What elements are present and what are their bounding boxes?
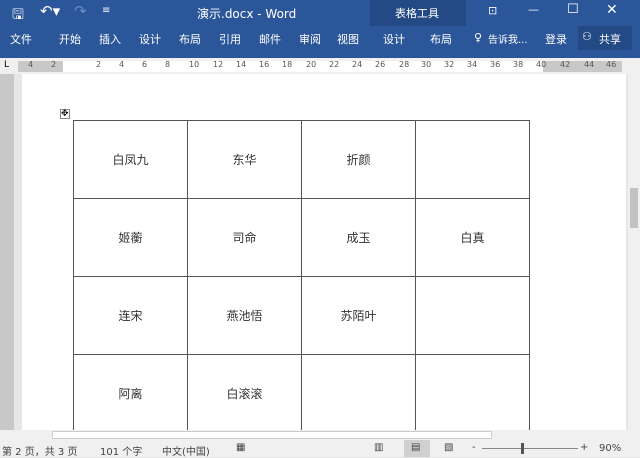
title-bar: 🖫 ↶▾ ↷ ≡ 演示.docx - Word 表格工具 ⊡ — ☐ ✕ <box>0 0 640 26</box>
zoom-out-button[interactable]: - <box>472 442 476 453</box>
minimize-icon[interactable]: — <box>528 3 539 16</box>
ruler-number: 6 <box>142 60 148 69</box>
tab-review[interactable]: 审阅 <box>299 31 321 47</box>
tab-table-layout[interactable]: 布局 <box>430 31 452 47</box>
table-cell[interactable]: 司命 <box>187 198 302 277</box>
tab-selector[interactable]: L <box>4 60 9 70</box>
close-icon[interactable]: ✕ <box>606 2 618 18</box>
ruler-number: 40 <box>536 60 547 69</box>
status-bar: 第 2 页，共 3 页 101 个字 中文(中国) ▦ ▥ ▤ ▧ - + 90… <box>0 440 640 458</box>
word-count[interactable]: 101 个字 <box>100 443 142 458</box>
table-cell[interactable]: 东华 <box>187 120 302 199</box>
tab-home[interactable]: 开始 <box>59 31 81 47</box>
tab-references[interactable]: 引用 <box>219 31 241 47</box>
customize-icon[interactable]: ≡ <box>102 5 110 16</box>
table-row: 连宋 燕池悟 苏陌叶 <box>73 276 530 355</box>
login-link[interactable]: 登录 <box>545 31 567 47</box>
ruler-number: 34 <box>467 60 478 69</box>
table-cell[interactable] <box>415 120 530 199</box>
ruler-number: 8 <box>165 60 171 69</box>
table-cell[interactable]: 阿离 <box>73 354 188 433</box>
save-icon[interactable]: 🖫 <box>12 4 24 28</box>
ruler-number: 26 <box>375 60 386 69</box>
lightbulb-icon: ♀ <box>474 31 483 44</box>
redo-icon[interactable]: ↷ <box>74 2 87 20</box>
horizontal-scrollbar[interactable] <box>0 430 640 440</box>
tell-me-input[interactable]: 告诉我... <box>488 31 528 46</box>
read-mode-icon[interactable]: ▥ <box>374 442 383 453</box>
maximize-icon[interactable]: ☐ <box>567 2 579 17</box>
table-cell[interactable]: 燕池悟 <box>187 276 302 355</box>
table-cell[interactable]: 姬蘅 <box>73 198 188 277</box>
tab-file[interactable]: 文件 <box>10 31 32 47</box>
language[interactable]: 中文(中国) <box>162 443 210 458</box>
undo-icon[interactable]: ↶▾ <box>40 2 60 20</box>
tab-design[interactable]: 设计 <box>139 31 161 47</box>
ruler-number: 10 <box>189 60 200 69</box>
ruler-number: 44 <box>584 60 595 69</box>
macro-icon[interactable]: ▦ <box>236 442 245 453</box>
ruler-number: 2 <box>51 60 57 69</box>
ribbon-tabs: 文件 开始 插入 设计 布局 引用 邮件 审阅 视图 设计 布局 ♀ 告诉我..… <box>0 26 640 54</box>
table-tools-label: 表格工具 <box>395 7 439 20</box>
window-title: 演示.docx - Word <box>197 7 297 21</box>
print-layout-icon[interactable]: ▤ <box>404 440 430 457</box>
table-cell[interactable] <box>415 354 530 433</box>
tab-mailings[interactable]: 邮件 <box>259 31 281 47</box>
table-cell[interactable]: 白凤九 <box>73 120 188 199</box>
table-cell[interactable]: 白滚滚 <box>187 354 302 433</box>
ruler-number: 4 <box>28 60 34 69</box>
tab-view[interactable]: 视图 <box>337 31 359 47</box>
ruler-number: 46 <box>606 60 617 69</box>
page-count[interactable]: 第 2 页，共 3 页 <box>2 443 77 458</box>
ruler-number: 4 <box>119 60 125 69</box>
ribbon-display-icon[interactable]: ⊡ <box>488 4 497 17</box>
ruler-number: 20 <box>306 60 317 69</box>
ruler-number: 36 <box>490 60 501 69</box>
table-row: 姬蘅 司命 成玉 白真 <box>73 198 530 277</box>
vertical-scrollbar[interactable] <box>628 74 640 430</box>
hscroll-thumb[interactable] <box>52 431 492 439</box>
ruler-number: 16 <box>259 60 270 69</box>
ruler-number: 42 <box>560 60 571 69</box>
ruler-number: 22 <box>329 60 340 69</box>
person-icon: ⚇ <box>582 30 592 43</box>
table-cell[interactable]: 折颜 <box>301 120 416 199</box>
table-row: 白凤九 东华 折颜 <box>73 120 530 199</box>
ruler-number: 14 <box>236 60 247 69</box>
tab-insert[interactable]: 插入 <box>99 31 121 47</box>
table-cell[interactable]: 白真 <box>415 198 530 277</box>
ruler-number: 30 <box>421 60 432 69</box>
table-row: 阿离 白滚滚 <box>73 354 530 433</box>
tab-layout[interactable]: 布局 <box>179 31 201 47</box>
ruler-number: 32 <box>444 60 455 69</box>
table-cell[interactable]: 连宋 <box>73 276 188 355</box>
scroll-thumb[interactable] <box>630 188 638 228</box>
table-cell[interactable]: 成玉 <box>301 198 416 277</box>
ruler-number: 18 <box>282 60 293 69</box>
table-cell[interactable] <box>301 354 416 433</box>
table-cell[interactable]: 苏陌叶 <box>301 276 416 355</box>
ruler-number: 24 <box>352 60 363 69</box>
zoom-in-button[interactable]: + <box>580 442 588 453</box>
tab-table-design[interactable]: 设计 <box>383 31 405 47</box>
horizontal-ruler[interactable]: L 4 2 2 4 6 8 10 12 14 16 18 20 22 24 26 28 30 32 34 36 38 40… <box>0 58 640 74</box>
table-move-handle-icon[interactable]: ✥ <box>60 109 70 119</box>
web-layout-icon[interactable]: ▧ <box>444 442 453 453</box>
vertical-ruler[interactable] <box>0 74 14 430</box>
ruler-number: 12 <box>213 60 224 69</box>
table-cell[interactable] <box>415 276 530 355</box>
ruler-number: 2 <box>96 60 102 69</box>
zoom-level[interactable]: 90% <box>599 443 621 454</box>
zoom-slider-thumb[interactable] <box>521 443 524 454</box>
zoom-slider[interactable] <box>482 448 578 449</box>
ruler-number: 28 <box>399 60 410 69</box>
ruler-number: 38 <box>513 60 524 69</box>
document-table[interactable]: 白凤九 东华 折颜 姬蘅 司命 成玉 白真 连宋 燕池悟 苏陌叶 阿离 白滚滚 <box>73 120 530 433</box>
share-button[interactable]: ⚇ 共享 <box>578 26 632 50</box>
